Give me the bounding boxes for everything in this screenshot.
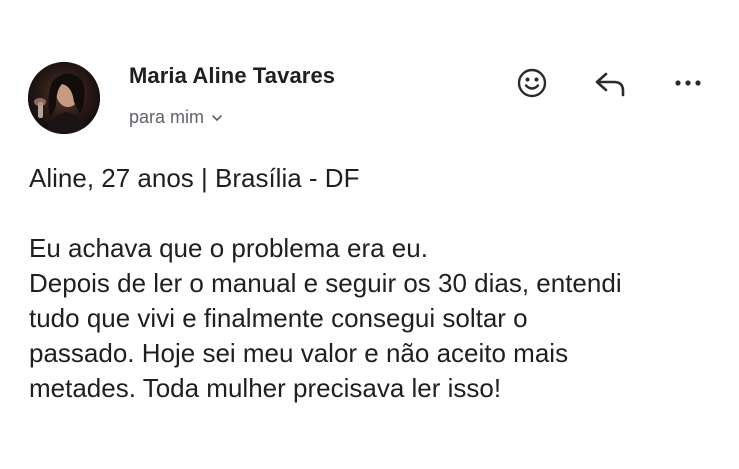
reply-icon [595,72,625,97]
body-line: metades. Toda mulher precisava ler isso! [29,373,502,403]
avatar-photo [28,62,100,134]
body-line: Eu achava que o problema era eu. [29,233,428,263]
body-line: Depois de ler o manual e seguir os 30 di… [29,268,622,298]
avatar[interactable] [28,62,100,134]
email-header: Maria Aline Tavares para mim [0,0,739,150]
body-line: tudo que vivi e finalmente consegui solt… [29,303,528,333]
recipient-toggle[interactable]: para mim [129,107,224,128]
body-line: Aline, 27 anos | Brasília - DF [29,163,360,193]
reply-button[interactable] [591,64,629,102]
smiley-icon [517,68,547,98]
email-body: Aline, 27 anos | Brasília - DF Eu achava… [29,161,719,406]
more-horizontal-icon [675,80,701,86]
more-options-button[interactable] [669,64,707,102]
react-button[interactable] [513,64,551,102]
sender-name: Maria Aline Tavares [129,63,336,88]
chevron-down-icon [212,114,222,121]
body-line: passado. Hoje sei meu valor e não aceito… [29,338,569,368]
recipient-label: para mim [129,107,205,127]
